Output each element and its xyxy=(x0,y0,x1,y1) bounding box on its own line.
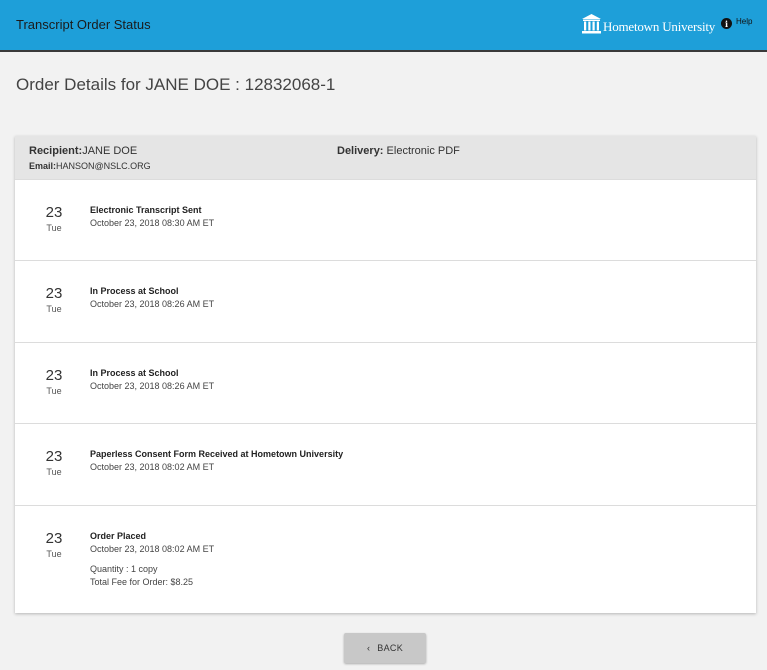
event-day: 23 xyxy=(45,285,63,302)
event-weekday: Tue xyxy=(46,223,62,233)
order-quantity: Quantity : 1 copy xyxy=(90,564,158,574)
email-label: Email: xyxy=(29,161,57,171)
event-title: Order Placed xyxy=(90,531,147,541)
recipient: Recipient:JANE DOE xyxy=(29,145,137,157)
help-label: Help xyxy=(736,17,753,26)
event-time: October 23, 2018 08:30 AM ET xyxy=(90,218,215,228)
event-title: In Process at School xyxy=(90,368,179,378)
event-weekday: Tue xyxy=(46,386,62,396)
delivery-value: Electronic PDF xyxy=(383,145,460,157)
event-weekday: Tue xyxy=(46,304,62,314)
status-event: 23 Tue Electronic Transcript Sent Octobe… xyxy=(15,179,756,260)
back-button[interactable]: ‹ BACK xyxy=(344,633,426,663)
event-time: October 23, 2018 08:26 AM ET xyxy=(90,299,215,309)
event-title: Paperless Consent Form Received at Homet… xyxy=(90,449,344,459)
email-value: HANSON@NSLC.ORG xyxy=(56,161,151,171)
event-weekday: Tue xyxy=(46,467,62,477)
event-day: 23 xyxy=(45,530,63,547)
back-button-label: BACK xyxy=(377,643,404,653)
top-bar: Transcript Order Status Hometown Univers… xyxy=(0,0,767,52)
order-card: Recipient:JANE DOE Email:HANSON@NSLC.ORG… xyxy=(15,136,756,613)
recipient-value: JANE DOE xyxy=(82,145,138,157)
event-time: October 23, 2018 08:26 AM ET xyxy=(90,381,215,391)
building-icon xyxy=(582,14,601,34)
university-logo[interactable]: Hometown University xyxy=(582,13,715,35)
event-weekday: Tue xyxy=(46,549,62,559)
logo-text: Hometown University xyxy=(603,19,716,34)
info-icon: i xyxy=(721,18,732,29)
chevron-left-icon: ‹ xyxy=(366,643,371,653)
order-fee: Total Fee for Order: $8.25 xyxy=(90,577,194,587)
recipient-label: Recipient: xyxy=(29,145,83,157)
event-day: 23 xyxy=(45,204,63,221)
event-time: October 23, 2018 08:02 AM ET xyxy=(90,462,215,472)
status-event: 23 Tue In Process at School October 23, … xyxy=(15,260,756,341)
event-day: 23 xyxy=(45,367,63,384)
status-event: 23 Tue In Process at School October 23, … xyxy=(15,342,756,423)
status-event: 23 Tue Paperless Consent Form Received a… xyxy=(15,423,756,504)
event-day: 23 xyxy=(45,448,63,465)
email: Email:HANSON@NSLC.ORG xyxy=(29,161,151,171)
help-link[interactable]: i Help xyxy=(721,17,753,29)
event-title: In Process at School xyxy=(90,286,179,296)
event-title: Electronic Transcript Sent xyxy=(90,205,202,215)
delivery: Delivery: Electronic PDF xyxy=(337,145,460,157)
event-time: October 23, 2018 08:02 AM ET xyxy=(90,544,215,554)
order-summary: Recipient:JANE DOE Email:HANSON@NSLC.ORG… xyxy=(15,136,756,179)
delivery-label: Delivery: xyxy=(337,145,384,157)
app-title: Transcript Order Status xyxy=(16,17,151,32)
page-title: Order Details for JANE DOE : 12832068-1 xyxy=(16,75,336,94)
status-event: 23 Tue Order Placed October 23, 2018 08:… xyxy=(15,505,756,613)
